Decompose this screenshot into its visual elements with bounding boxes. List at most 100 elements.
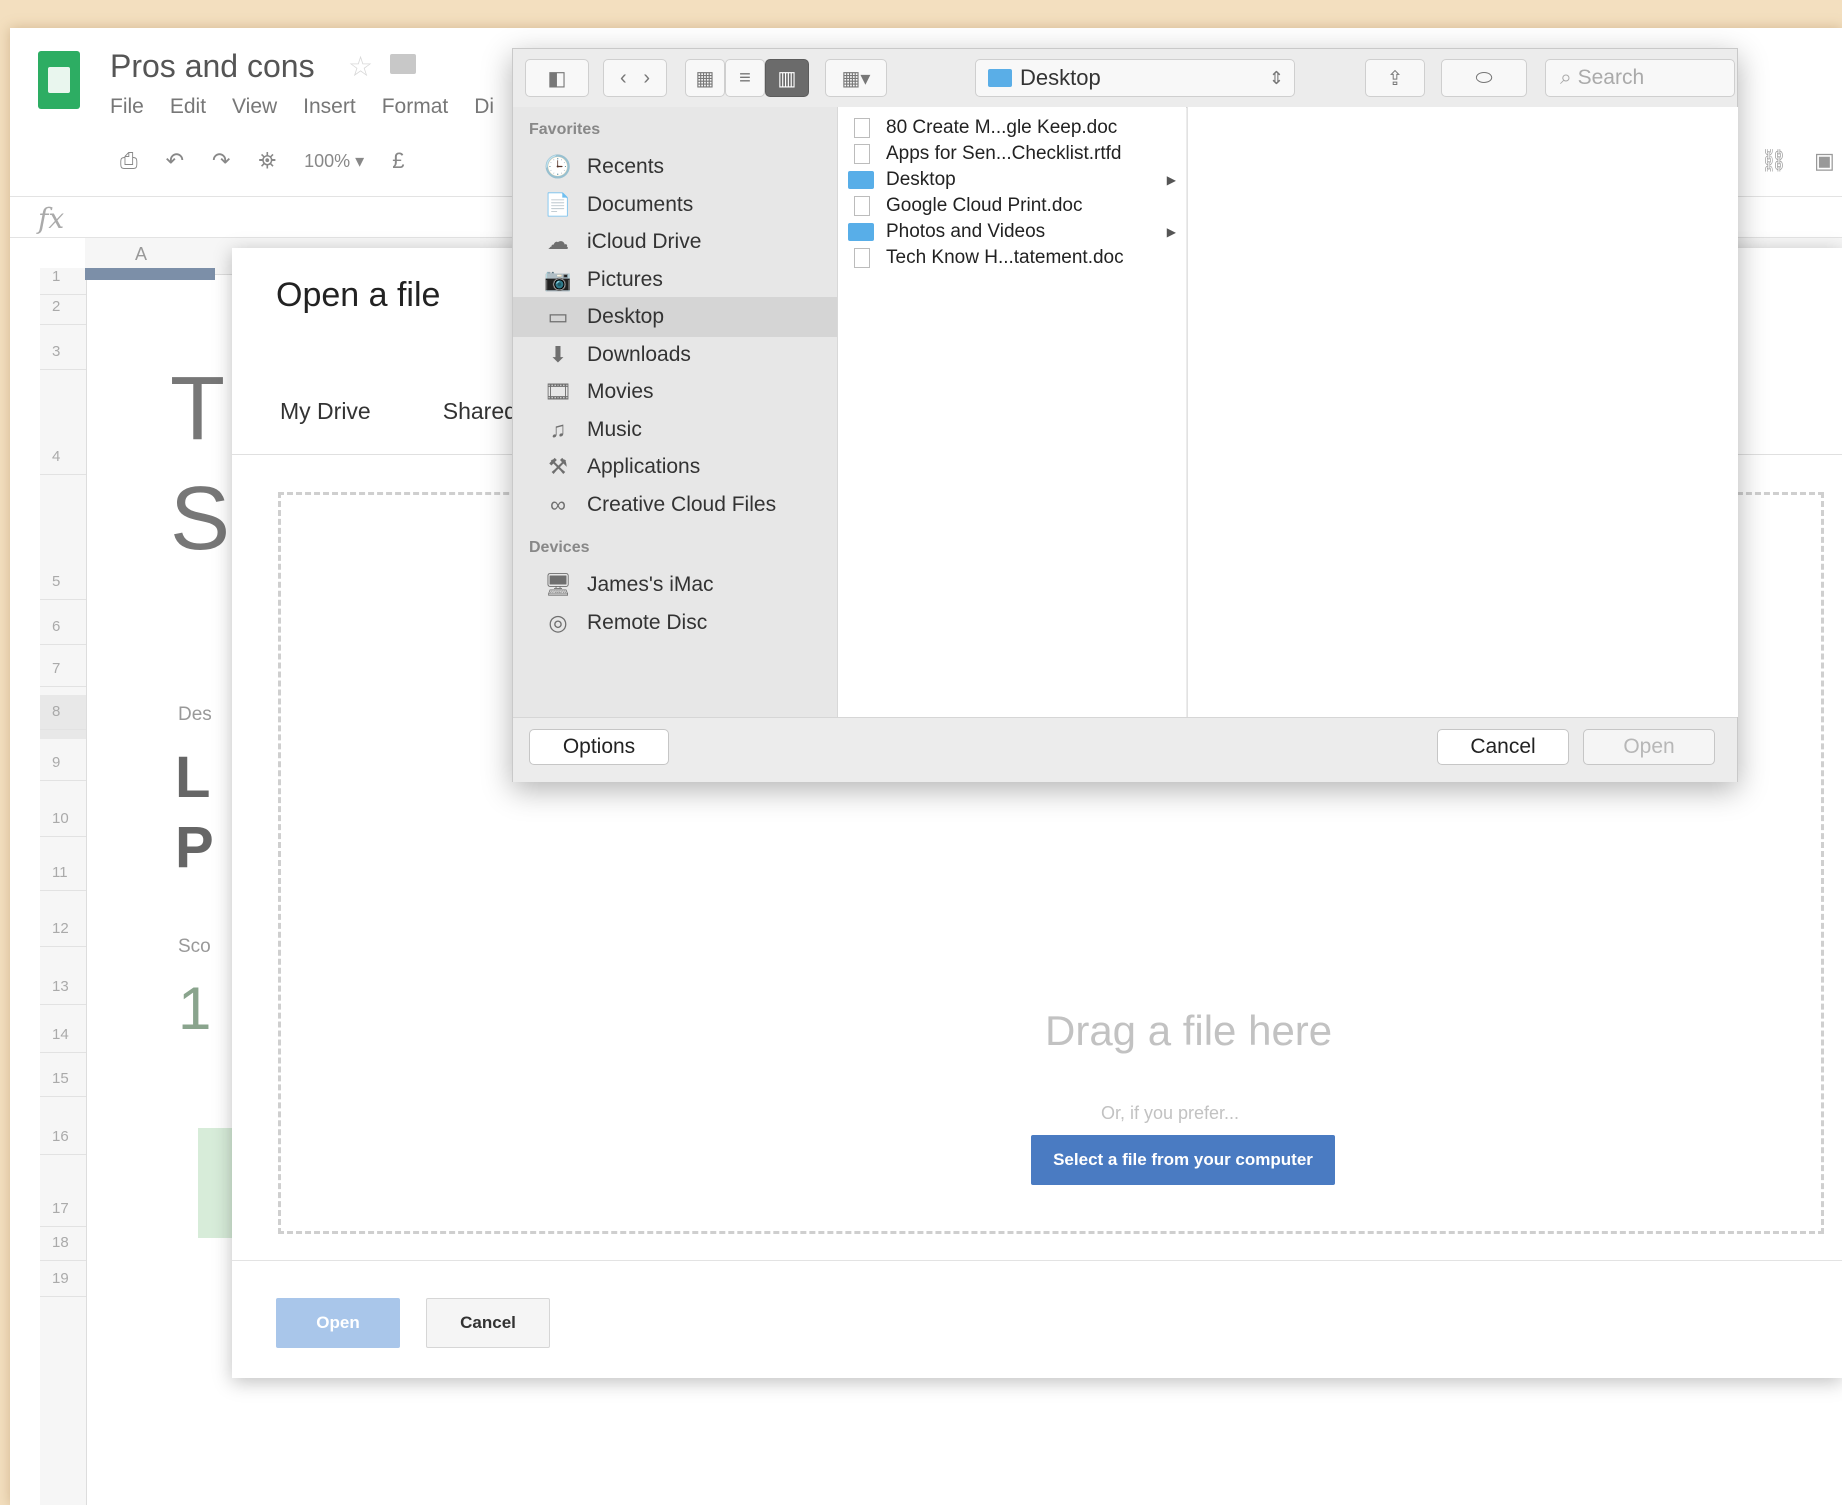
column-header-a[interactable]: A — [135, 244, 147, 265]
row-number[interactable]: 2 — [52, 298, 60, 315]
panel-open-button[interactable]: Open — [1583, 729, 1715, 765]
search-field[interactable]: ⌕ Search — [1545, 59, 1735, 97]
menu-data[interactable]: Di — [474, 95, 494, 119]
row-number[interactable]: 19 — [52, 1270, 69, 1287]
row-divider — [40, 946, 86, 947]
row-number[interactable]: 1 — [52, 268, 60, 285]
row-number[interactable]: 9 — [52, 754, 60, 771]
star-icon[interactable]: ☆ — [348, 50, 373, 83]
forward-icon[interactable]: › — [643, 67, 650, 90]
footer-divider — [232, 1260, 1842, 1261]
sidebar-item-remote-disc[interactable]: ◎ Remote Disc — [513, 603, 837, 643]
row-divider — [40, 1096, 86, 1097]
tab-shared[interactable]: Shared — [443, 398, 517, 425]
row-number[interactable]: 17 — [52, 1200, 69, 1217]
file-list-item[interactable]: Tech Know H...tatement.doc — [838, 243, 1186, 273]
row-number[interactable]: 7 — [52, 660, 60, 677]
icon-view-icon[interactable]: ▦ — [685, 59, 725, 97]
row-header-bar — [40, 268, 87, 1505]
undo-icon[interactable]: ↶ — [166, 148, 184, 174]
menu-edit[interactable]: Edit — [170, 95, 206, 119]
folder-icon[interactable] — [390, 54, 416, 74]
sheets-logo-icon[interactable] — [38, 51, 80, 109]
share-icon[interactable]: ⇪ — [1365, 59, 1425, 97]
redo-icon[interactable]: ↷ — [212, 148, 230, 174]
tab-my-drive[interactable]: My Drive — [280, 398, 371, 425]
column-view-icon[interactable]: ▥ — [765, 59, 809, 97]
sidebar-item-pictures[interactable]: 📷 Pictures — [513, 260, 837, 300]
document-title[interactable]: Pros and cons — [110, 48, 315, 85]
sidebar-item-creative-cloud-files[interactable]: ∞ Creative Cloud Files — [513, 485, 837, 525]
menu-bar: File Edit View Insert Format Di — [110, 95, 494, 119]
applications-icon: ⚒ — [548, 454, 568, 479]
menu-file[interactable]: File — [110, 95, 144, 119]
sidebar-item-applications[interactable]: ⚒ Applications — [513, 447, 837, 487]
cell-peek-sco: Sco — [178, 936, 211, 957]
zoom-caret-icon: ▾ — [355, 150, 365, 171]
row-number[interactable]: 16 — [52, 1128, 69, 1145]
document-icon — [854, 144, 870, 164]
menu-format[interactable]: Format — [382, 95, 449, 119]
options-button[interactable]: Options — [529, 729, 669, 765]
sidebar-item-desktop[interactable]: ▭ Desktop — [513, 297, 837, 337]
search-placeholder: Search — [1577, 66, 1645, 89]
back-icon[interactable]: ‹ — [620, 67, 627, 90]
imac-icon: 🖥 — [544, 572, 572, 597]
row-number[interactable]: 11 — [52, 864, 68, 881]
toolbar-right: ⛓ ▣ — [1760, 148, 1835, 174]
sidebar-item-label: Desktop — [587, 305, 665, 328]
panel-sidebar: Favorites 🕒 Recents 📄 Documents ☁ iCloud Drive… — [513, 107, 837, 717]
location-popup[interactable]: Desktop ⇕ — [975, 59, 1295, 97]
devices-heading: Devices — [529, 539, 590, 556]
selected-row-highlight — [40, 695, 86, 739]
dialog-title: Open a file — [276, 276, 441, 314]
paint-format-icon[interactable]: ⛯ — [258, 148, 276, 174]
currency-icon[interactable]: £ — [392, 148, 404, 174]
zoom-select[interactable]: 100% ▾ — [304, 151, 364, 172]
sidebar-item-downloads[interactable]: ⬇ Downloads — [513, 335, 837, 375]
row-number[interactable]: 12 — [52, 920, 69, 937]
screenshot-frame: Pros and cons ☆ File Edit View Insert Fo… — [10, 28, 1842, 1505]
dialog-cancel-button[interactable]: Cancel — [426, 1298, 550, 1348]
row-number[interactable]: 6 — [52, 618, 60, 635]
sidebar-item-james-s-imac[interactable]: 🖥 James's iMac — [513, 565, 837, 605]
row-number[interactable]: 5 — [52, 573, 60, 590]
row-divider — [40, 1154, 86, 1155]
row-number[interactable]: 4 — [52, 448, 60, 465]
arrange-menu-icon[interactable]: ▦▾ — [825, 59, 887, 97]
sidebar-item-recents[interactable]: 🕒 Recents — [513, 147, 837, 187]
row-number[interactable]: 14 — [52, 1026, 69, 1043]
menu-view[interactable]: View — [232, 95, 277, 119]
music-icon: ♫ — [549, 416, 567, 442]
creative-cloud-icon: ∞ — [550, 491, 566, 517]
sidebar-item-documents[interactable]: 📄 Documents — [513, 185, 837, 225]
row-divider — [40, 644, 86, 645]
panel-cancel-button[interactable]: Cancel — [1437, 729, 1569, 765]
comment-icon[interactable]: ▣ — [1814, 148, 1835, 174]
row-number[interactable]: 3 — [52, 343, 60, 360]
or-prefer-text: Or, if you prefer... — [1101, 1103, 1240, 1123]
sidebar-item-icloud-drive[interactable]: ☁ iCloud Drive — [513, 222, 837, 262]
sheets-toolbar: ⎙ ↶ ↷ ⛯ 100% ▾ £ — [120, 148, 404, 174]
sidebar-item-movies[interactable]: 🎞 Movies — [513, 372, 837, 412]
menu-insert[interactable]: Insert — [303, 95, 356, 119]
row-number[interactable]: 8 — [52, 703, 60, 720]
dialog-open-button[interactable]: Open — [276, 1298, 400, 1348]
print-icon[interactable]: ⎙ — [120, 148, 138, 174]
select-file-button[interactable]: Select a file from your computer — [1031, 1135, 1335, 1185]
sidebar-toggle-icon[interactable]: ◧ — [525, 59, 589, 97]
cell-peek-des: Des — [178, 704, 212, 725]
row-number[interactable]: 10 — [52, 810, 69, 827]
sidebar-item-label: James's iMac — [587, 573, 714, 596]
row-divider — [40, 686, 86, 687]
desktop-icon: ▭ — [547, 304, 569, 329]
link-icon[interactable]: ⛓ — [1760, 148, 1788, 174]
list-view-icon[interactable]: ≡ — [725, 59, 765, 97]
sidebar-item-music[interactable]: ♫ Music — [513, 410, 837, 450]
tag-icon[interactable]: ⬭ — [1441, 59, 1527, 97]
row-number[interactable]: 15 — [52, 1070, 69, 1087]
sidebar-item-label: Applications — [587, 455, 701, 478]
back-forward-control[interactable]: ‹ › — [603, 59, 667, 97]
row-number[interactable]: 18 — [52, 1234, 69, 1251]
row-number[interactable]: 13 — [52, 978, 69, 995]
